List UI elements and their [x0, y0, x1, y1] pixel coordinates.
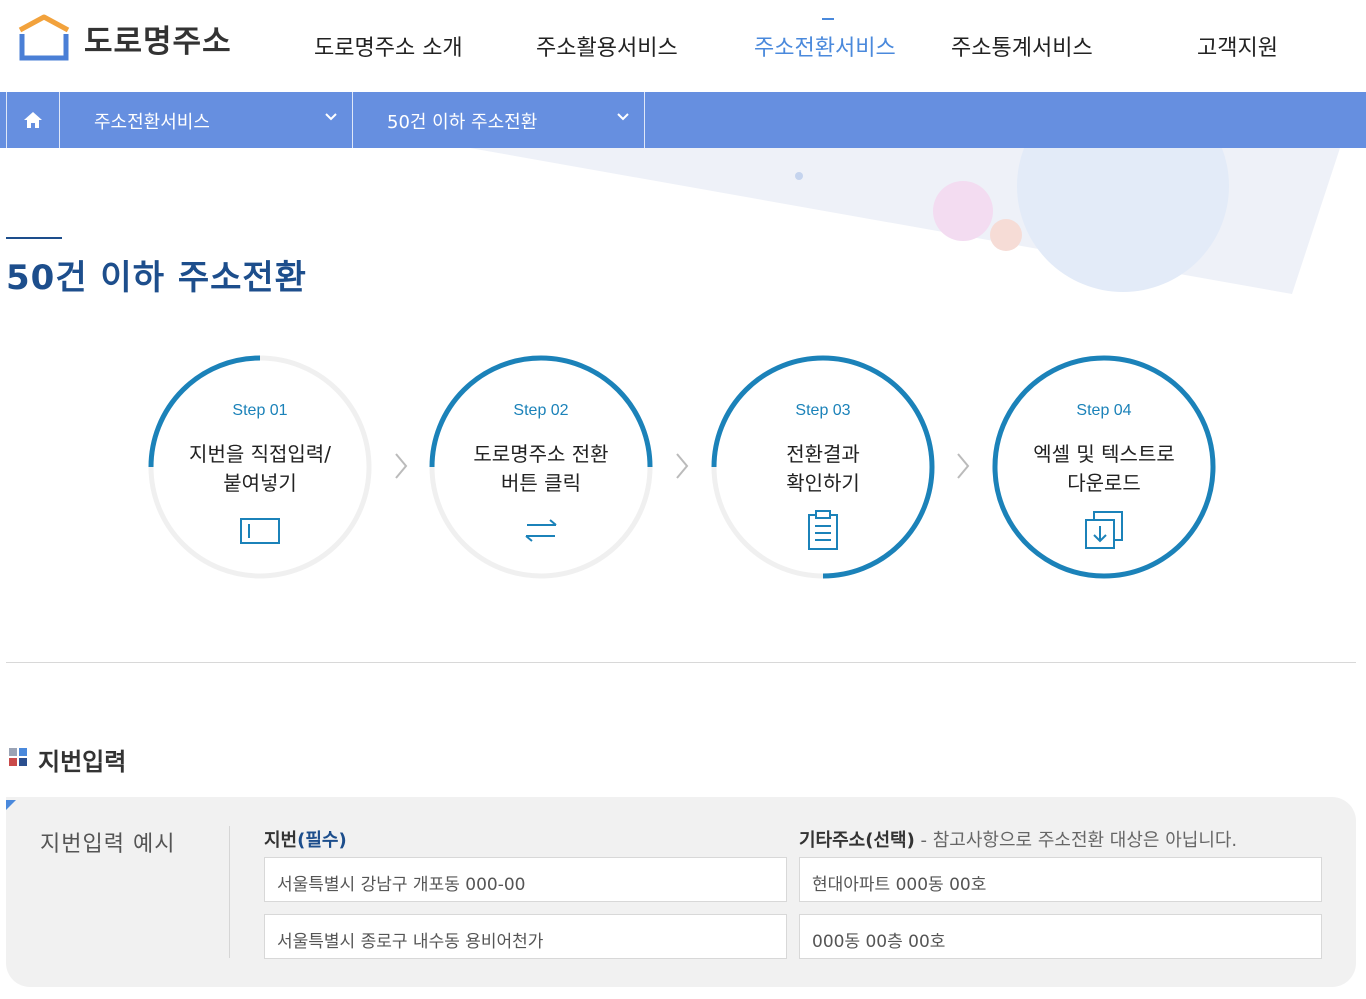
home-icon — [24, 112, 42, 128]
download-icon — [1085, 511, 1123, 549]
step-3: Step 03 전환결과 확인하기 — [710, 354, 936, 580]
example-separator — [229, 826, 230, 958]
step-number: Step 04 — [1076, 402, 1132, 419]
breadcrumb-level1-select[interactable]: 주소전환서비스 — [60, 92, 353, 148]
step-4: Step 04 엑셀 및 텍스트로 다운로드 — [991, 354, 1217, 580]
step-number: Step 03 — [795, 402, 851, 419]
step-description: 지번을 직접입력/붙여넣기 — [189, 442, 331, 495]
nav-conversion[interactable]: 주소전환서비스 — [754, 30, 896, 62]
chevron-right-icon — [957, 453, 970, 479]
breadcrumb-level1-label: 주소전환서비스 — [94, 112, 210, 133]
example-label: 지번입력 예시 — [40, 832, 176, 857]
chevron-right-icon — [676, 453, 689, 479]
input-box-icon — [240, 518, 280, 544]
step-2: Step 02 도로명주소 전환 버튼 클릭 — [428, 354, 654, 580]
page-title: 50건 이하 주소전환 — [6, 258, 307, 298]
site-header: 도로명주소 도로명주소 소개 주소활용서비스 주소전환서비스 주소통계서비스 고… — [0, 0, 1366, 92]
chevron-right-icon — [395, 453, 408, 479]
clipboard-icon — [808, 510, 838, 550]
nav-statistics[interactable]: 주소통계서비스 — [951, 30, 1093, 62]
nav-intro[interactable]: 도로명주소 소개 — [314, 30, 463, 62]
swap-arrows-icon — [525, 519, 557, 542]
step-description: 도로명주소 전환 버튼 클릭 — [473, 442, 609, 495]
section-title: 지번입력 — [38, 748, 127, 776]
breadcrumb: 주소전환서비스 50건 이하 주소전환 — [0, 92, 1366, 148]
step-number: Step 01 — [232, 402, 288, 419]
breadcrumb-home[interactable] — [6, 92, 60, 148]
jibun-example-field: 서울특별시 종로구 내수동 용비어천가 — [264, 914, 787, 959]
active-nav-marker — [822, 18, 834, 20]
step-description: 전환결과 확인하기 — [786, 442, 860, 495]
nav-support[interactable]: 고객지원 — [1197, 30, 1278, 62]
site-logo[interactable]: 도로명주소 — [16, 14, 232, 62]
jibun-example-field: 서울특별시 강남구 개포동 000-00 — [264, 857, 787, 902]
step-1: Step 01 지번을 직접입력/붙여넣기 — [147, 354, 373, 580]
logo-house-icon — [16, 14, 72, 62]
chevron-down-icon — [325, 113, 337, 121]
etc-column-header: 기타주소(선택) - 참고사항으로 주소전환 대상은 아닙니다. — [799, 830, 1238, 851]
etc-example-field: 000동 00층 00호 — [799, 914, 1322, 959]
logo-text: 도로명주소 — [84, 23, 232, 60]
section-divider — [6, 662, 1356, 663]
breadcrumb-level2-select[interactable]: 50건 이하 주소전환 — [353, 92, 645, 148]
nav-utilization[interactable]: 주소활용서비스 — [536, 30, 678, 62]
panel-corner-mark — [6, 800, 16, 810]
jibun-column-header: 지번(필수) — [264, 830, 347, 851]
etc-example-field: 현대아파트 000동 00호 — [799, 857, 1322, 902]
chevron-down-icon — [617, 113, 629, 121]
step-number: Step 02 — [513, 402, 569, 419]
section-squares-icon — [9, 748, 27, 766]
breadcrumb-level2-label: 50건 이하 주소전환 — [387, 112, 538, 133]
step-description: 엑셀 및 텍스트로 다운로드 — [1033, 442, 1175, 495]
